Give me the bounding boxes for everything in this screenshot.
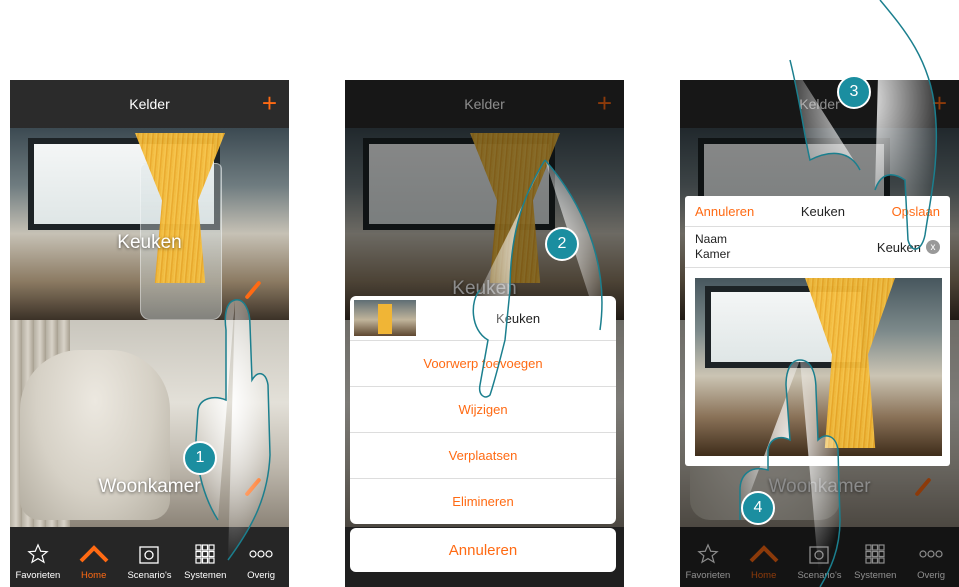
edit-room-dialog: Annuleren Keuken Opslaan Naam Kamer Keuk…: [685, 196, 950, 466]
delete-button[interactable]: Elimineren: [350, 479, 616, 524]
tab-label: Home: [81, 570, 107, 581]
dialog-title: Keuken: [800, 203, 845, 219]
phone-screen-3: Kelder + Woonkamer Favorieten Home Scena…: [680, 80, 959, 587]
phone-screen-1: Kelder + Keuken Woonkamer Favorieten Hom…: [10, 80, 289, 587]
scenario-icon: [138, 542, 160, 566]
dialog-cancel-button[interactable]: Annuleren: [695, 204, 754, 219]
grid-icon: [194, 542, 216, 566]
step-marker-3: 3: [837, 75, 871, 109]
tab-systemen[interactable]: Systemen: [177, 527, 233, 587]
star-icon: [27, 542, 49, 566]
step-marker-2: 2: [545, 227, 579, 261]
home-icon: [79, 542, 109, 566]
page-title: Kelder: [129, 96, 170, 112]
phone-screen-2: Kelder + Keuken Keuken Voorwerp toevoege…: [345, 80, 624, 587]
move-button[interactable]: Verplaatsen: [350, 433, 616, 479]
tab-favorieten[interactable]: Favorieten: [10, 527, 66, 587]
room-photo[interactable]: [695, 278, 942, 456]
room-name-label: Naam Kamer: [695, 232, 731, 261]
tab-bar: Favorieten Home Scenario's Systemen Over…: [10, 527, 289, 587]
tab-label: Favorieten: [15, 570, 61, 581]
tab-label: Overig: [247, 570, 276, 581]
action-sheet-header: Keuken: [350, 296, 616, 341]
room-name-value[interactable]: Keuken: [877, 240, 921, 255]
plus-icon[interactable]: +: [262, 88, 277, 118]
room-tile-living[interactable]: Woonkamer: [10, 320, 289, 527]
room-thumbnail: [354, 300, 416, 336]
clear-icon[interactable]: x: [926, 240, 940, 254]
more-icon: [249, 542, 273, 566]
dialog-header: Annuleren Keuken Opslaan: [685, 196, 950, 227]
cancel-button[interactable]: Annuleren: [350, 528, 616, 572]
edit-button[interactable]: Wijzigen: [350, 387, 616, 433]
room-name-row: Naam Kamer Keuken x: [685, 227, 950, 268]
action-sheet: Keuken Voorwerp toevoegen Wijzigen Verpl…: [350, 296, 616, 524]
room-name-field[interactable]: Keuken x: [877, 240, 940, 255]
tab-scenarios[interactable]: Scenario's: [122, 527, 178, 587]
tab-overig[interactable]: Overig: [233, 527, 289, 587]
action-sheet-title: Keuken: [495, 310, 541, 326]
dialog-save-button[interactable]: Opslaan: [892, 204, 940, 219]
top-bar: Kelder +: [10, 80, 289, 128]
tab-label: Scenario's: [127, 570, 172, 581]
step-marker-1: 1: [183, 441, 217, 475]
step-marker-4: 4: [741, 491, 775, 525]
tab-home[interactable]: Home: [66, 527, 122, 587]
room-label: Keuken: [117, 232, 182, 253]
tab-label: Systemen: [184, 570, 227, 581]
room-tile-kitchen[interactable]: Keuken: [10, 128, 289, 320]
add-object-button[interactable]: Voorwerp toevoegen: [350, 341, 616, 387]
